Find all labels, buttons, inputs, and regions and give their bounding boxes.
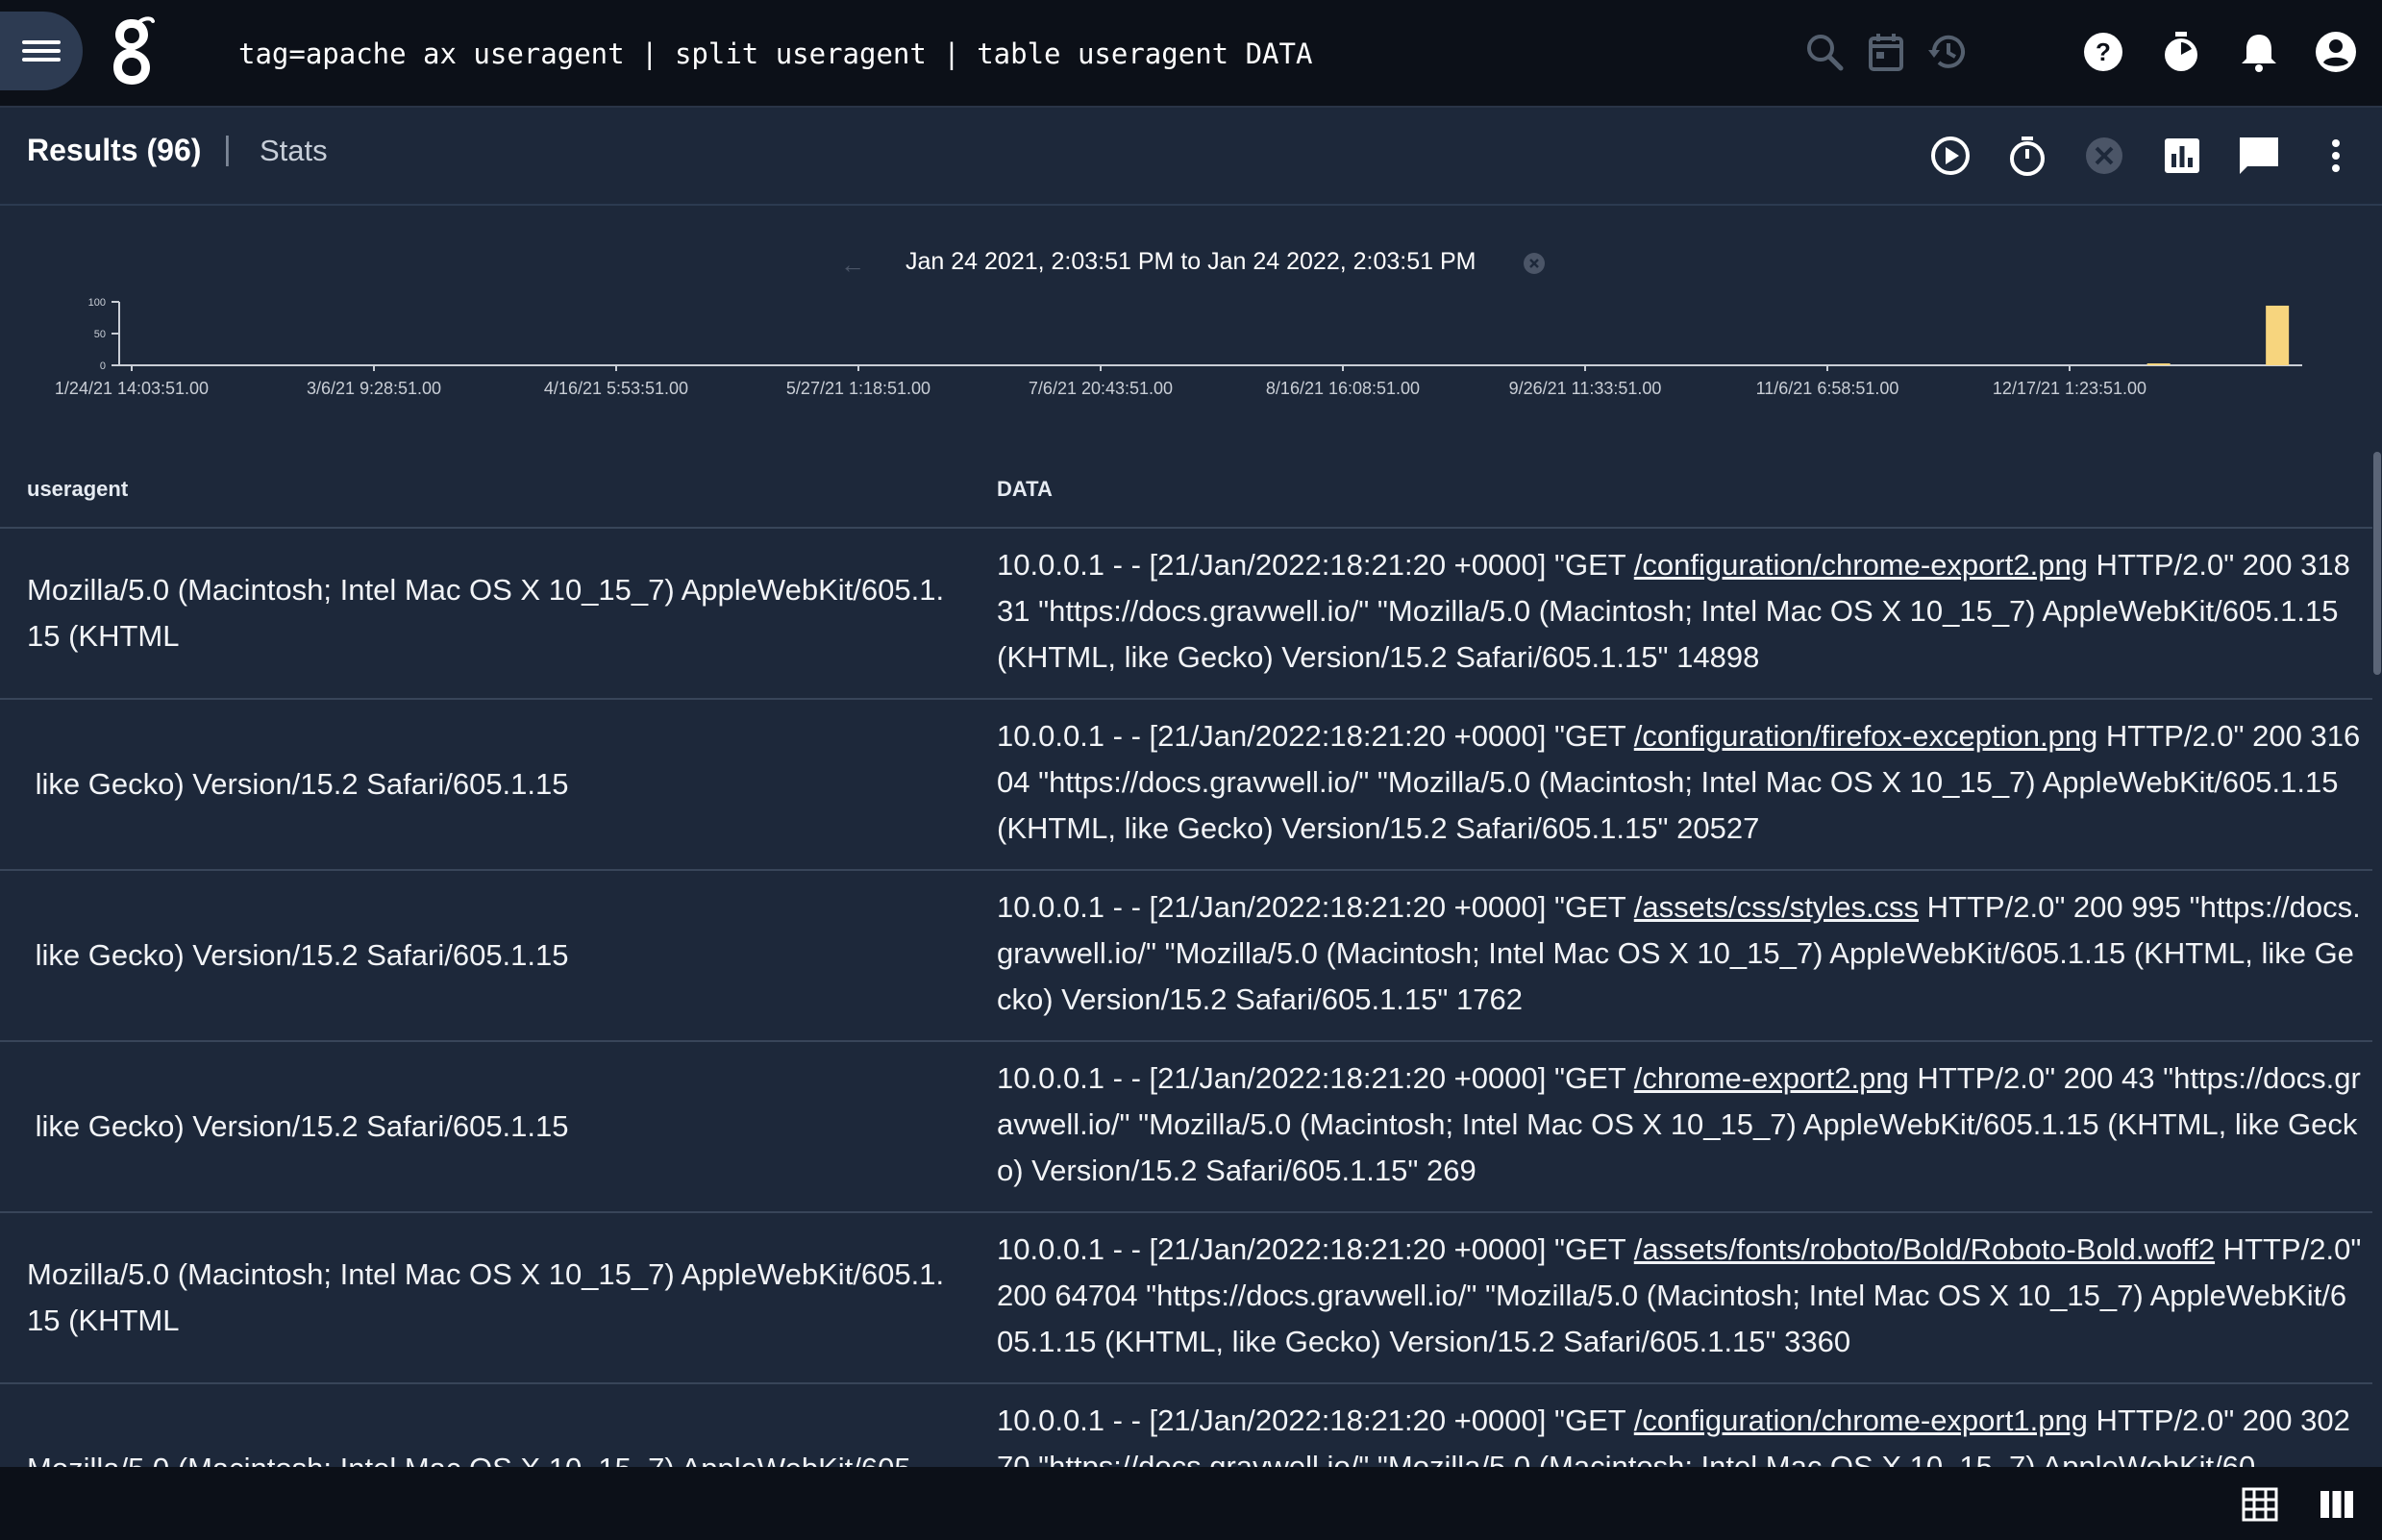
table-row[interactable]: Mozilla/5.0 (Macintosh; Intel Mac OS X 1… xyxy=(0,1384,2372,1467)
cell-useragent: Mozilla/5.0 (Macintosh; Intel Mac OS X 1… xyxy=(27,1257,945,1337)
timeline-x-tick-label: 11/6/21 6:58:51.00 xyxy=(1756,379,1899,398)
cell-data-prefix: 10.0.0.1 - - [21/Jan/2022:18:21:20 +0000… xyxy=(997,719,1634,753)
table-row[interactable]: Mozilla/5.0 (Macintosh; Intel Mac OS X 1… xyxy=(0,529,2372,700)
cell-useragent: Mozilla/5.0 (Macintosh; Intel Mac OS X 1… xyxy=(27,1384,950,1467)
svg-text:?: ? xyxy=(2096,37,2111,66)
cell-useragent: like Gecko) Version/15.2 Safari/605.1.15 xyxy=(27,938,569,972)
timeline-y-tick-label: 0 xyxy=(100,360,106,372)
timeline-x-tick-label: 8/16/21 16:08:51.00 xyxy=(1266,379,1420,398)
timeline-x-tick-label: 7/6/21 20:43:51.00 xyxy=(1029,379,1173,398)
timeline-panel: 100 50 0 1/24/21 14:03:51.00 3/6/21 9:28:51.… xyxy=(0,206,2382,448)
cell-data: 10.0.0.1 - - [21/Jan/2022:18:21:20 +0000… xyxy=(997,1056,2362,1194)
cell-data-prefix: 10.0.0.1 - - [21/Jan/2022:18:21:20 +0000… xyxy=(997,1403,1634,1437)
cell-data-prefix: 10.0.0.1 - - [21/Jan/2022:18:21:20 +0000… xyxy=(997,548,1634,582)
table-row[interactable]: like Gecko) Version/15.2 Safari/605.1.15… xyxy=(0,700,2372,871)
search-icon[interactable] xyxy=(1801,29,1848,75)
timeline-x-tick-label: 5/27/21 1:18:51.00 xyxy=(786,379,930,398)
cell-data: 10.0.0.1 - - [21/Jan/2022:18:21:20 +0000… xyxy=(997,713,2362,852)
table-view-icon[interactable] xyxy=(2240,1484,2280,1525)
table-row[interactable]: Mozilla/5.0 (Macintosh; Intel Mac OS X 1… xyxy=(0,1213,2372,1384)
cell-data-path-link[interactable]: /assets/fonts/roboto/Bold/Roboto-Bold.wo… xyxy=(1634,1232,2215,1266)
timeline-x-tick-label: 9/26/21 11:33:51.00 xyxy=(1509,379,1662,398)
results-toolbar: Results (96) | Stats xyxy=(0,108,2382,206)
search-query-input[interactable]: tag=apache ax useragent | split useragen… xyxy=(238,33,1312,75)
cell-data-path-link[interactable]: /configuration/chrome-export2.png xyxy=(1634,548,2088,582)
timeline-y-tick-label: 100 xyxy=(88,297,106,309)
cell-data: 10.0.0.1 - - [21/Jan/2022:18:21:20 +0000… xyxy=(997,1227,2362,1365)
notifications-icon[interactable] xyxy=(2236,29,2282,75)
column-view-icon[interactable] xyxy=(2317,1484,2357,1525)
timeline-x-tick-label: 4/16/21 5:53:51.00 xyxy=(544,379,688,398)
cell-data-prefix: 10.0.0.1 - - [21/Jan/2022:18:21:20 +0000… xyxy=(997,890,1634,924)
cell-useragent: like Gecko) Version/15.2 Safari/605.1.15 xyxy=(27,1109,569,1143)
play-icon[interactable] xyxy=(1927,133,1973,179)
gravwell-logo[interactable] xyxy=(108,15,156,88)
chart-icon[interactable] xyxy=(2159,133,2205,179)
tab-results[interactable]: Results (96) xyxy=(27,133,201,168)
timeline-x-tick-label: 3/6/21 9:28:51.00 xyxy=(307,379,441,398)
tab-stats[interactable]: Stats xyxy=(260,134,328,168)
table-row[interactable]: like Gecko) Version/15.2 Safari/605.1.15… xyxy=(0,871,2372,1042)
timeline-bar xyxy=(2146,363,2171,365)
cell-data: 10.0.0.1 - - [21/Jan/2022:18:21:20 +0000… xyxy=(997,542,2362,681)
table-scrollbar-thumb[interactable] xyxy=(2373,452,2381,675)
timeline-x-tick-label: 12/17/21 1:23:51.00 xyxy=(1993,379,2146,398)
column-header-data[interactable]: DATA xyxy=(997,477,1053,502)
comment-icon[interactable] xyxy=(2236,133,2282,179)
stopwatch-icon[interactable] xyxy=(2004,133,2050,179)
cell-data-prefix: 10.0.0.1 - - [21/Jan/2022:18:21:20 +0000… xyxy=(997,1232,1634,1266)
cell-data-prefix: 10.0.0.1 - - [21/Jan/2022:18:21:20 +0000… xyxy=(997,1061,1634,1095)
timeline-bar xyxy=(2266,305,2290,365)
cell-useragent: Mozilla/5.0 (Macintosh; Intel Mac OS X 1… xyxy=(27,573,945,653)
footer-bar xyxy=(0,1467,2382,1540)
cancel-icon[interactable] xyxy=(2081,133,2127,179)
cell-data-path-link[interactable]: /configuration/chrome-export1.png xyxy=(1634,1403,2088,1437)
table-body: Mozilla/5.0 (Macintosh; Intel Mac OS X 1… xyxy=(0,529,2372,1467)
timeline-clear-icon[interactable] xyxy=(1523,252,1546,275)
menu-icon xyxy=(22,36,61,66)
help-icon[interactable]: ? xyxy=(2080,29,2126,75)
cell-data-path-link[interactable]: /assets/css/styles.css xyxy=(1634,890,1919,924)
cell-data-path-link[interactable]: /chrome-export2.png xyxy=(1634,1061,1909,1095)
timer-icon[interactable] xyxy=(2158,29,2204,75)
cell-data: 10.0.0.1 - - [21/Jan/2022:18:21:20 +0000… xyxy=(997,1398,2362,1467)
table-header: useragent DATA xyxy=(0,450,2372,529)
cell-data: 10.0.0.1 - - [21/Jan/2022:18:21:20 +0000… xyxy=(997,884,2362,1023)
timeline-chart[interactable]: 100 50 0 1/24/21 14:03:51.00 3/6/21 9:28:51.… xyxy=(0,206,2382,448)
timeline-x-tick-label: 1/24/21 14:03:51.00 xyxy=(55,379,209,398)
timeline-back-arrow-icon[interactable]: ← xyxy=(840,250,865,280)
results-table: useragent DATA Mozilla/5.0 (Macintosh; I… xyxy=(0,450,2372,1467)
timeline-range-label: Jan 24 2021, 2:03:51 PM to Jan 24 2022, … xyxy=(906,248,1476,275)
cell-data-path-link[interactable]: /configuration/firefox-exception.png xyxy=(1634,719,2098,753)
calendar-icon[interactable] xyxy=(1863,29,1909,75)
menu-button[interactable] xyxy=(0,12,83,90)
tab-separator: | xyxy=(223,131,232,167)
history-icon[interactable] xyxy=(1924,29,1971,75)
timeline-y-tick-label: 50 xyxy=(94,329,106,340)
top-bar: tag=apache ax useragent | split useragen… xyxy=(0,0,2382,108)
table-row[interactable]: like Gecko) Version/15.2 Safari/605.1.15… xyxy=(0,1042,2372,1213)
account-icon[interactable] xyxy=(2313,29,2359,75)
column-header-useragent[interactable]: useragent xyxy=(27,477,128,502)
more-vert-icon[interactable] xyxy=(2313,133,2359,179)
cell-useragent: like Gecko) Version/15.2 Safari/605.1.15 xyxy=(27,767,569,801)
